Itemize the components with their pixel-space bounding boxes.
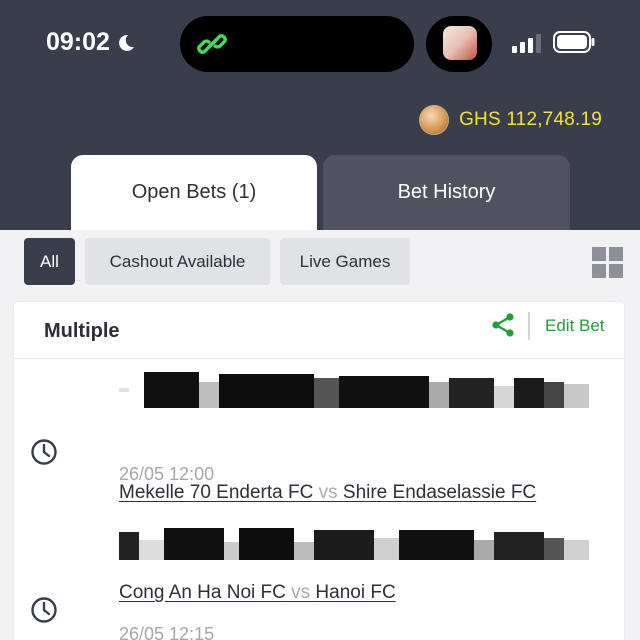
card-divider	[14, 358, 624, 359]
home-team: Mekelle 70 Enderta FC	[119, 482, 314, 503]
recording-indicator	[426, 16, 492, 72]
edit-separator	[528, 312, 530, 340]
moon-icon	[119, 34, 134, 51]
account-balance[interactable]: GHS 112,748.19	[419, 105, 602, 135]
redacted-market	[119, 372, 589, 408]
vs-label: vs	[318, 482, 338, 503]
clock-icon	[31, 597, 57, 623]
app-header: 09:02 GHS 112,748.19 Open Bets (1) Bet H…	[0, 0, 640, 230]
tab-open-bets[interactable]: Open Bets (1)	[71, 155, 317, 230]
bet-type-title: Multiple	[44, 320, 120, 342]
redacted-market	[119, 528, 589, 560]
vs-label: vs	[291, 582, 311, 603]
filter-all-button[interactable]: All	[24, 238, 75, 285]
filter-cashout-button[interactable]: Cashout Available	[85, 238, 270, 285]
match-teams[interactable]: Mekelle 70 Enderta FC vs Shire Endaselas…	[119, 482, 536, 504]
signal-icon	[512, 34, 541, 53]
clock-icon	[31, 439, 57, 465]
avatar[interactable]	[419, 105, 450, 135]
grid-view-icon[interactable]	[592, 247, 623, 278]
bet-leg[interactable]: Cong An Ha Noi FC vs Hanoi FC 26/05 12:1…	[14, 512, 624, 640]
away-team: Shire Endaselassie FC	[342, 482, 537, 503]
tab-open-bets-label: Open Bets (1)	[131, 181, 257, 203]
match-time: 26/05 12:15	[119, 624, 215, 640]
tab-bet-history[interactable]: Bet History	[323, 155, 570, 230]
match-teams[interactable]: Cong An Ha Noi FC vs Hanoi FC	[119, 582, 396, 604]
filter-bar: All Cashout Available Live Games	[0, 230, 640, 298]
link-icon	[197, 34, 227, 54]
bet-card: Multiple Edit Bet Mekelle 70 Enderta FC …	[14, 302, 624, 640]
share-icon[interactable]	[490, 312, 516, 338]
away-team: Hanoi FC	[315, 582, 396, 603]
edit-bet-button[interactable]: Edit Bet	[545, 316, 605, 336]
dynamic-island	[180, 16, 414, 72]
status-time-text: 09:02	[46, 28, 110, 56]
status-time: 09:02	[46, 28, 136, 57]
balance-amount: GHS 112,748.19	[459, 109, 602, 130]
filter-live-games-button[interactable]: Live Games	[280, 238, 410, 285]
tab-bet-history-label: Bet History	[397, 181, 496, 203]
bet-leg[interactable]: Mekelle 70 Enderta FC vs Shire Endaselas…	[14, 360, 624, 510]
home-team: Cong An Ha Noi FC	[119, 582, 286, 603]
battery-icon	[553, 31, 595, 53]
match-time: 26/05 12:00	[119, 464, 215, 484]
recording-thumbnail	[443, 26, 477, 60]
